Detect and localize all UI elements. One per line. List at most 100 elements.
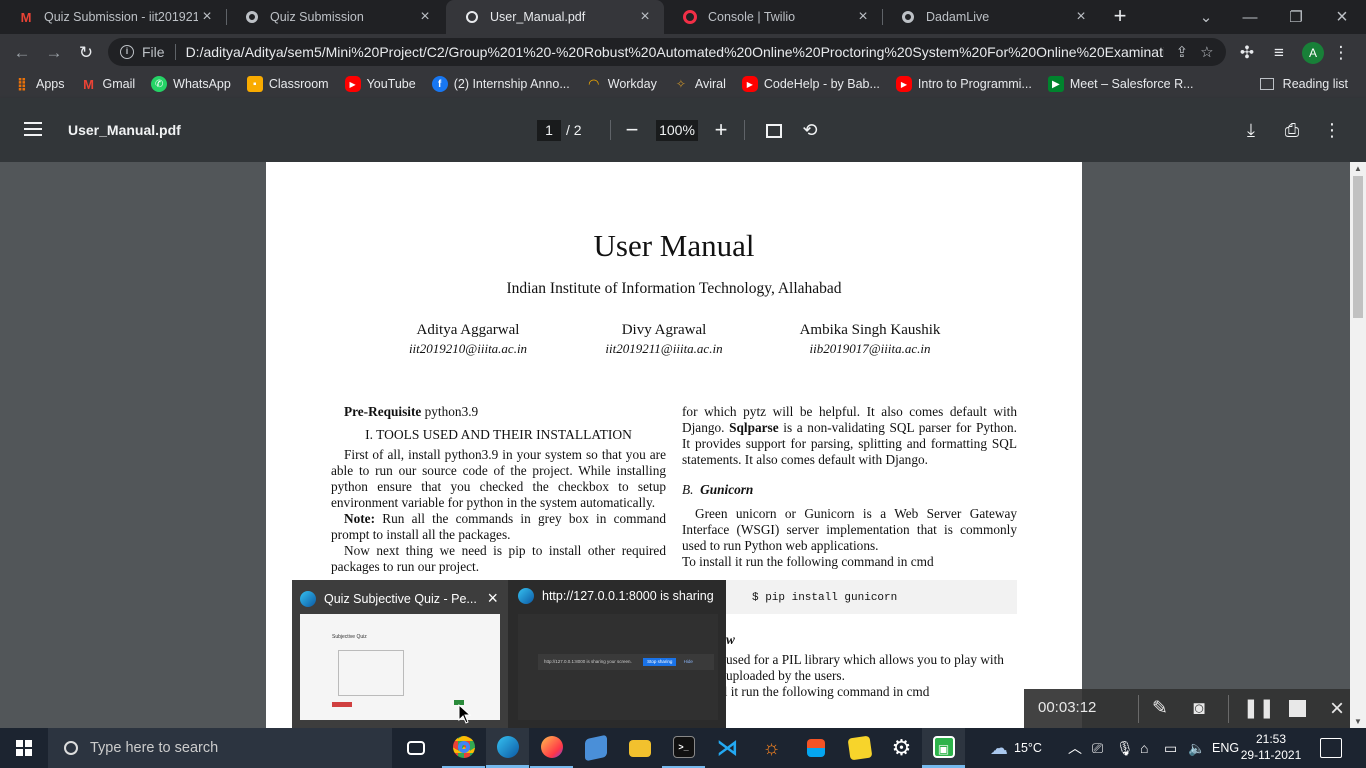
profile-avatar[interactable]: A — [1302, 42, 1324, 64]
zoom-out-icon[interactable]: − — [620, 118, 644, 142]
address-bar[interactable]: i File D:/aditya/Aditya/sem5/Mini%20Proj… — [108, 38, 1226, 66]
fit-to-page-icon[interactable] — [762, 118, 786, 142]
settings-icon[interactable]: ⚙ — [880, 728, 923, 768]
weather-widget[interactable]: ☁ 15°C — [990, 728, 1042, 768]
language-indicator[interactable]: ENG — [1212, 728, 1239, 768]
bookmark-workday[interactable]: ◠ Workday — [586, 76, 657, 92]
thumbnail-sharing-window[interactable]: http://127.0.0.1:8000 is sharing ... htt… — [510, 580, 726, 728]
youtube-icon: ▶ — [895, 76, 912, 92]
hamburger-menu-icon[interactable] — [24, 122, 42, 136]
bookmark-label: CodeHelp - by Bab... — [763, 77, 880, 91]
screen-recorder-icon[interactable]: ▣ — [922, 728, 965, 768]
camera-icon[interactable]: ◙ — [1186, 696, 1212, 722]
share-icon[interactable]: ⇪ — [1176, 43, 1189, 61]
weather-temp: 15°C — [1014, 741, 1042, 755]
close-tab-icon[interactable]: × — [416, 8, 434, 26]
extensions-puzzle-icon[interactable]: ✣ — [1234, 40, 1260, 66]
print-icon[interactable]: ⎙ — [1280, 118, 1304, 142]
bookmark-internship[interactable]: f (2) Internship Anno... — [431, 76, 570, 92]
restore-button[interactable]: ❐ — [1274, 0, 1318, 34]
chrome-menu-icon[interactable]: ⋮ — [1328, 40, 1354, 66]
remote-desktop-icon[interactable] — [574, 728, 617, 768]
close-window-button[interactable]: × — [1320, 0, 1364, 34]
close-tab-icon[interactable]: × — [1072, 8, 1090, 26]
sticky-notes-icon[interactable] — [838, 728, 881, 768]
reading-list-button[interactable]: Reading list — [1259, 70, 1348, 98]
pen-icon[interactable]: ✎ — [1147, 696, 1173, 722]
bookmark-aviral[interactable]: ✧ Aviral — [673, 76, 726, 92]
network-icon[interactable]: ⌂ — [1140, 728, 1148, 768]
bookmark-intro-programming[interactable]: ▶ Intro to Programmi... — [895, 76, 1032, 92]
back-arrow-icon[interactable]: ← — [9, 40, 35, 66]
forward-arrow-icon[interactable]: → — [41, 40, 67, 66]
zoom-in-icon[interactable]: + — [709, 118, 733, 142]
store-icon[interactable] — [794, 728, 837, 768]
bookmark-meet-salesforce[interactable]: ▶ Meet – Salesforce R... — [1047, 76, 1194, 92]
firefox-icon[interactable] — [530, 728, 573, 768]
task-view-icon[interactable] — [394, 728, 437, 768]
close-tab-icon[interactable]: × — [636, 8, 654, 26]
gmail-icon: M — [83, 76, 94, 92]
chrome-icon[interactable] — [442, 728, 485, 768]
git-icon[interactable]: ☼ — [750, 728, 793, 768]
stop-icon[interactable] — [1284, 696, 1310, 722]
url-text[interactable]: D:/aditya/Aditya/sem5/Mini%20Project/C2/… — [186, 44, 1164, 60]
page-number-input[interactable]: 1 — [537, 120, 561, 141]
classroom-icon: ▪ — [246, 76, 263, 92]
taskbar-search-box[interactable]: Type here to search — [48, 728, 392, 768]
tab-twilio-console[interactable]: Console | Twilio × — [664, 0, 882, 34]
edge-icon — [300, 590, 316, 607]
preview-red-button — [332, 702, 352, 707]
tab-search-chevron-icon[interactable]: ⌄ — [1184, 0, 1228, 34]
microphone-icon[interactable]: 🎙 — [1116, 728, 1134, 768]
bookmark-label: Classroom — [268, 77, 329, 91]
close-tab-icon[interactable]: × — [198, 8, 216, 26]
document-title: User Manual — [593, 228, 755, 263]
preview-answer-box — [338, 650, 404, 696]
bookmark-star-icon[interactable]: ☆ — [1200, 43, 1213, 61]
bookmark-classroom[interactable]: ▪ Classroom — [246, 76, 329, 92]
new-tab-button[interactable]: + — [1108, 5, 1132, 29]
notification-center-icon[interactable] — [1320, 738, 1342, 758]
paragraph: Now next thing we need is pip to install… — [331, 543, 666, 574]
minimize-button[interactable]: — — [1228, 0, 1272, 34]
download-icon[interactable]: ⤓ — [1239, 118, 1263, 142]
terminal-icon[interactable]: >_ — [662, 728, 705, 768]
tab-user-manual[interactable]: User_Manual.pdf × — [446, 0, 664, 34]
tab-dadamlive[interactable]: DadamLive × — [882, 0, 1100, 34]
edge-icon[interactable] — [486, 728, 529, 768]
reload-icon[interactable]: ↻ — [73, 40, 99, 66]
tab-quiz-submission[interactable]: Quiz Submission × — [226, 0, 444, 34]
meet-now-icon[interactable]: ⎚ — [1092, 728, 1103, 768]
thumbnail-quiz-window[interactable]: Quiz Subjective Quiz - Pe... × Subjectiv… — [292, 580, 508, 728]
close-recorder-icon[interactable]: × — [1324, 696, 1350, 722]
scrollbar-thumb[interactable] — [1353, 176, 1363, 318]
close-tab-icon[interactable]: × — [854, 8, 872, 26]
file-explorer-icon[interactable] — [618, 728, 661, 768]
media-control-icon[interactable]: ≡ — [1266, 40, 1292, 66]
vertical-scrollbar[interactable]: ▲ ▼ — [1350, 162, 1366, 728]
close-icon[interactable]: × — [487, 588, 498, 609]
rotate-icon[interactable]: ⟲ — [798, 118, 822, 142]
system-clock[interactable]: 21:53 29-11-2021 — [1240, 731, 1302, 763]
author-email: iit2019210@iiita.ac.in — [408, 341, 528, 356]
partial-subsection-heading: w — [726, 632, 735, 647]
display-icon[interactable]: ▭ — [1164, 728, 1177, 768]
vscode-icon[interactable]: ⋊ — [706, 728, 749, 768]
scroll-down-icon[interactable]: ▼ — [1350, 717, 1366, 726]
pause-icon[interactable]: ❚❚ — [1243, 696, 1275, 722]
scroll-up-icon[interactable]: ▲ — [1350, 164, 1366, 173]
windows-start-icon[interactable] — [16, 740, 32, 756]
zoom-level-input[interactable]: 100% — [656, 120, 698, 141]
bookmark-whatsapp[interactable]: ✆ WhatsApp — [151, 76, 231, 92]
site-info-icon[interactable]: i — [120, 45, 134, 59]
bookmark-codehelp[interactable]: ▶ CodeHelp - by Bab... — [741, 76, 880, 92]
bookmark-apps[interactable]: ⣿ Apps — [14, 76, 65, 92]
stop-sharing-label: Stop sharing — [643, 658, 677, 666]
show-hidden-icons-chevron[interactable]: ︿ — [1068, 728, 1082, 768]
tab-quiz-submission-gmail[interactable]: M Quiz Submission - iit2019210@ × — [0, 0, 226, 34]
bookmark-gmail[interactable]: M Gmail — [81, 76, 135, 92]
more-options-icon[interactable]: ⋮ — [1320, 118, 1344, 142]
bookmark-youtube[interactable]: ▶ YouTube — [344, 76, 416, 92]
volume-icon[interactable]: 🔈 — [1188, 728, 1205, 768]
